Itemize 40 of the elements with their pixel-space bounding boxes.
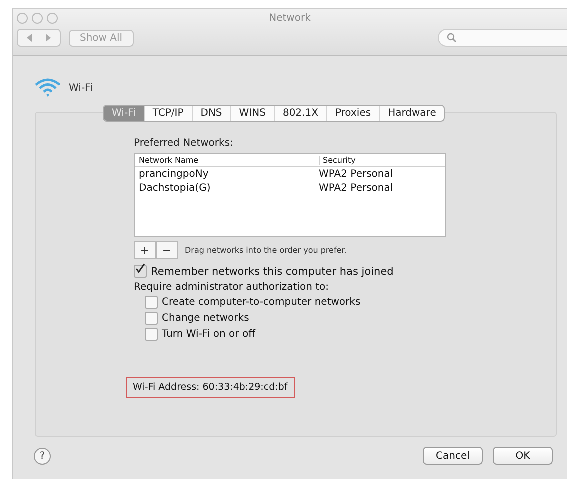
window-title: Network <box>269 12 311 24</box>
checkbox-label: Turn Wi-Fi on or off <box>162 329 256 340</box>
tab[interactable]: WINS <box>231 106 275 121</box>
search-icon <box>447 33 457 43</box>
require-label: Require administrator authorization to: <box>134 282 330 293</box>
dialog-button[interactable]: Cancel <box>423 447 483 465</box>
help-button[interactable]: ? <box>34 448 51 464</box>
table-cell[interactable]: Dachstopia(G) <box>135 182 319 194</box>
checkbox-label: Change networks <box>162 313 250 324</box>
table-cell[interactable]: prancingpoNy <box>135 168 319 180</box>
checkbox[interactable] <box>145 312 158 325</box>
preferred-networks-label: Preferred Networks: <box>134 138 234 149</box>
checkbox[interactable] <box>134 265 147 278</box>
add-button[interactable]: + <box>134 241 156 259</box>
tab[interactable]: Hardware <box>380 106 444 121</box>
remove-button[interactable]: − <box>156 241 178 259</box>
tab[interactable]: DNS <box>192 106 232 121</box>
column-header[interactable]: Network Name <box>135 156 319 164</box>
checkbox[interactable] <box>145 296 158 309</box>
hint-text: Drag networks into the order you prefer. <box>185 246 347 254</box>
checkbox-label: Create computer-to-computer networks <box>162 297 361 308</box>
dialog-button[interactable]: OK <box>493 447 553 465</box>
back-forward-control[interactable] <box>17 29 61 47</box>
table-cell[interactable]: WPA2 Personal <box>319 182 394 194</box>
checkbox-label: Remember networks this computer has joined <box>151 266 394 278</box>
column-header[interactable]: Security <box>319 156 356 164</box>
zoom-button[interactable] <box>47 12 58 24</box>
checkbox[interactable] <box>145 328 158 341</box>
tab[interactable]: Proxies <box>327 106 380 121</box>
search-field[interactable] <box>438 29 567 47</box>
tab[interactable]: 802.1X <box>274 106 328 121</box>
forward-icon[interactable] <box>44 34 52 42</box>
tab[interactable]: TCP/IP <box>144 106 193 121</box>
wifi-address-text: Wi-Fi Address: 60:33:4b:29:cd:bf <box>126 377 295 398</box>
table-cell[interactable]: WPA2 Personal <box>319 168 394 180</box>
wifi-icon <box>35 78 61 98</box>
back-icon[interactable] <box>26 34 34 42</box>
close-button[interactable] <box>17 12 28 24</box>
minimize-button[interactable] <box>32 12 43 24</box>
service-name: Wi-Fi <box>69 82 93 94</box>
